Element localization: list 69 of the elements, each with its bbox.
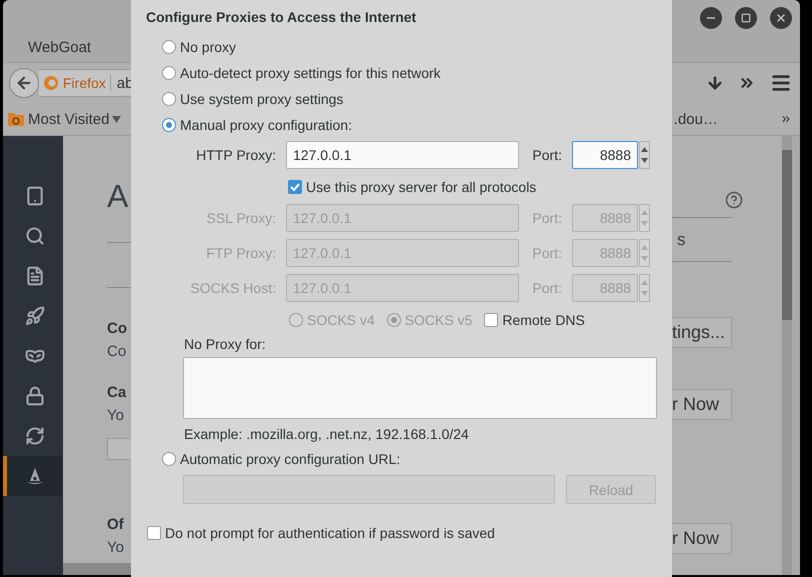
close-icon xyxy=(775,12,787,24)
bookmark-folder[interactable]: Most Visited xyxy=(7,110,122,128)
field-label: SSL Proxy: xyxy=(205,210,276,226)
section-text: Yo xyxy=(107,539,125,556)
page-button[interactable]: r Now xyxy=(672,523,732,554)
maximize-button[interactable] xyxy=(735,7,757,29)
dialog-title: Configure Proxies to Access the Internet xyxy=(146,8,418,27)
chevrons-icon xyxy=(780,113,792,125)
field-label: HTTP Proxy: xyxy=(195,147,276,163)
radio-button[interactable] xyxy=(162,92,176,106)
vertical-scrollbar[interactable] xyxy=(782,136,792,575)
option-label[interactable]: Do not prompt for authentication if password is saved xyxy=(165,525,495,541)
firefox-icon xyxy=(43,75,59,91)
option-label[interactable]: Use system proxy settings xyxy=(180,91,344,107)
field-label: SOCKS Host: xyxy=(189,280,276,296)
field-label: Port: xyxy=(531,147,562,163)
option-label[interactable]: Remote DNS xyxy=(502,312,585,328)
page-button[interactable]: r Now xyxy=(672,389,732,420)
dropdown-icon xyxy=(112,116,122,122)
bookmark-item[interactable]: .dou… xyxy=(674,110,718,128)
option-label[interactable]: Manual proxy configuration: xyxy=(180,117,352,133)
port-field[interactable]: 8888 xyxy=(572,141,638,169)
radio-button[interactable] xyxy=(162,40,176,54)
radio-button[interactable] xyxy=(162,118,176,132)
folder-icon xyxy=(7,111,25,127)
download-button[interactable] xyxy=(706,74,724,92)
horizontal-scrollbar[interactable] xyxy=(63,563,131,575)
field-label: Port: xyxy=(531,245,562,261)
tab-title[interactable]: WebGoat xyxy=(28,39,92,56)
back-button[interactable] xyxy=(9,68,39,98)
field-label: Port: xyxy=(531,210,562,226)
section-title: Ca xyxy=(107,384,128,401)
rocket-icon xyxy=(25,306,45,326)
checkbox[interactable] xyxy=(147,526,161,540)
option-label[interactable]: Use this proxy server for all protocols xyxy=(306,178,536,194)
help-icon[interactable] xyxy=(725,191,743,209)
menu-button[interactable] xyxy=(770,72,792,94)
tablet-icon xyxy=(25,186,45,206)
section-title: Co xyxy=(107,320,128,337)
refresh-icon xyxy=(25,426,45,446)
minimize-button[interactable] xyxy=(700,7,722,29)
page-button[interactable]: tings... xyxy=(672,317,732,348)
tab-label[interactable]: s xyxy=(677,230,732,252)
section-text: Co xyxy=(107,343,128,360)
lock-icon xyxy=(25,386,45,406)
option-label[interactable]: No proxy xyxy=(180,39,236,55)
overflow-button[interactable] xyxy=(780,113,792,125)
spinner-icon[interactable] xyxy=(639,141,650,169)
square-icon xyxy=(741,13,751,23)
page-heading: A xyxy=(107,177,130,216)
field-label: Port: xyxy=(531,280,562,296)
field-label: No Proxy for: xyxy=(184,335,267,354)
sidebar-item[interactable] xyxy=(3,456,63,496)
option-label[interactable]: Auto-detect proxy settings for this network xyxy=(180,65,441,81)
close-button[interactable] xyxy=(770,7,792,29)
proxy-field[interactable]: 127.0.0.1 xyxy=(286,141,519,169)
hint-text: Example: .mozilla.org, .net.nz, 192.168.1.0/24 xyxy=(184,425,470,444)
document-icon xyxy=(25,266,45,286)
checkbox[interactable] xyxy=(288,180,302,194)
radio-button[interactable] xyxy=(162,66,176,80)
section-text: Yo xyxy=(107,407,125,424)
wizard-hat-icon xyxy=(25,466,45,486)
field-label: FTP Proxy: xyxy=(205,245,276,261)
checkbox[interactable] xyxy=(484,313,498,327)
search-icon xyxy=(25,226,45,246)
no-proxy-field[interactable] xyxy=(183,357,657,419)
download-icon xyxy=(706,74,724,92)
section-title: Of xyxy=(107,516,125,533)
menu-icon xyxy=(770,72,792,94)
